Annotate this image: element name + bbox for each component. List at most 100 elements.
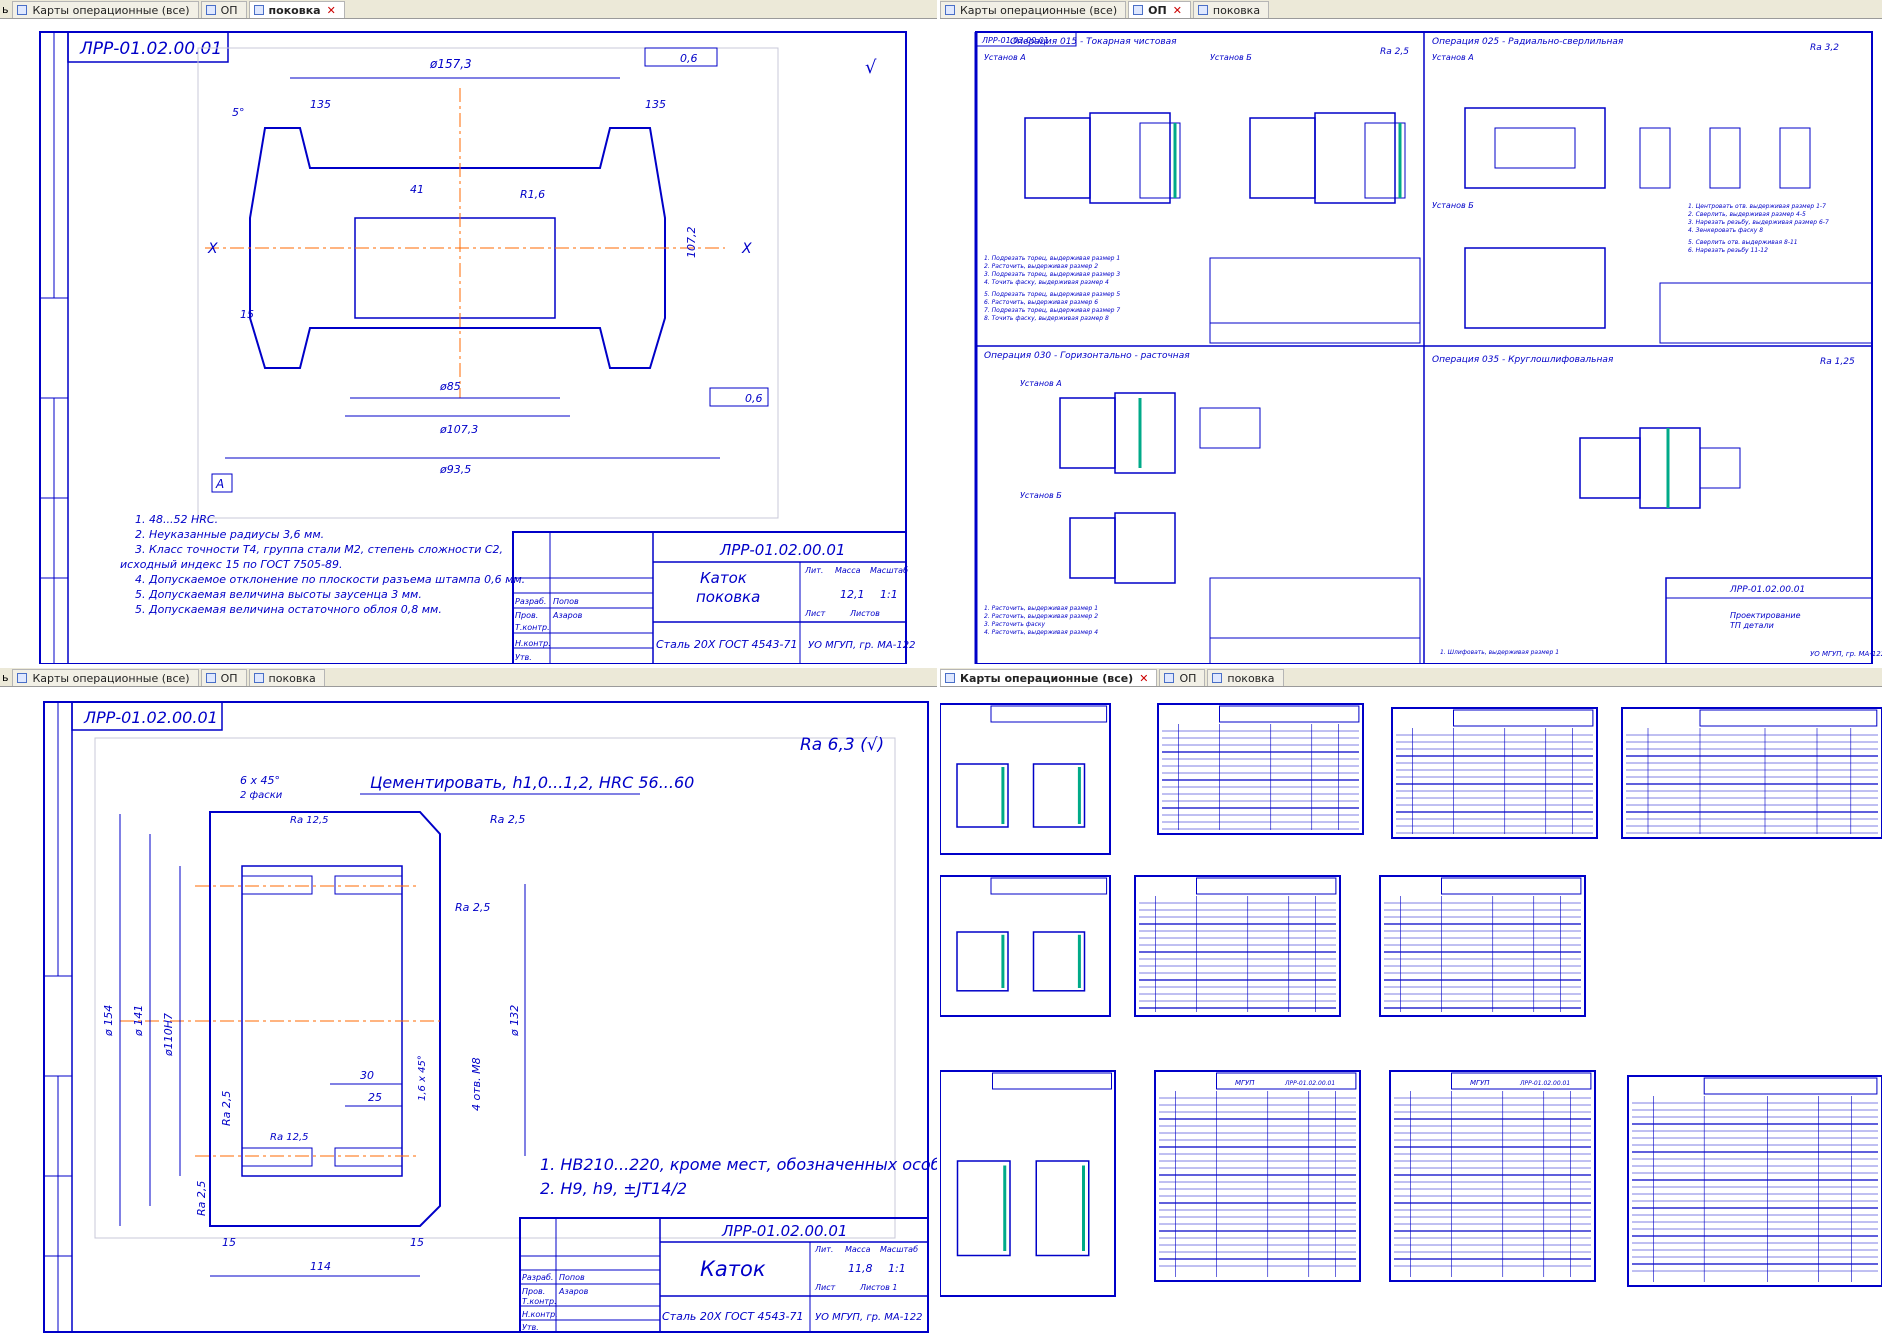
document-icon <box>945 5 955 15</box>
note-3: 3. Класс точности Т4, группа стали М2, с… <box>135 543 503 556</box>
tab-op[interactable]: ОП <box>200 1 247 18</box>
drill-step-1: 1. Центровать отв. выдерживая размер 1-7 <box>1688 203 1826 210</box>
dim-d154: ø 154 <box>102 1005 115 1037</box>
part-tb-prov: Пров. <box>522 1287 545 1296</box>
operational-card-thumbnail[interactable] <box>1389 1070 1596 1282</box>
document-tab-bar: ь Карты операционные (все) ОП поковка <box>0 668 937 687</box>
drill-step-6: 6. Нарезать резьбу 11-12 <box>1688 247 1768 254</box>
dim-135a: 135 <box>310 98 331 111</box>
tab-label: поковка <box>1227 671 1275 685</box>
tab-label: ОП <box>220 3 238 17</box>
note-2: 2. Неуказанные радиусы 3,6 мм. <box>135 528 324 541</box>
document-icon <box>17 673 28 683</box>
cement-note: Цементировать, h1,0...1,2, HRC 56...60 <box>370 773 694 792</box>
drawing-pane-cards[interactable]: Карты операционные (все) ✕ ОП поковка МГУ… <box>940 668 1882 1334</box>
tab-forging[interactable]: поковка ✕ <box>248 1 345 18</box>
cards-overview: МГУП ЛРР-01.02.00.01 МГУП ЛРР-01.02.00.01 <box>940 703 1882 1297</box>
tab-label: Карты операционные (все) <box>960 671 1134 685</box>
close-icon[interactable]: ✕ <box>1173 4 1182 17</box>
dim-30: 30 <box>360 1069 374 1082</box>
operational-card-thumbnail[interactable] <box>940 875 1111 1017</box>
tab-op[interactable]: ОП <box>200 669 247 686</box>
axis-x-left: X <box>207 241 218 257</box>
op25-title: Операция 025 - Радиально-сверлильная <box>1432 37 1624 47</box>
operational-card-thumbnail[interactable] <box>1627 1075 1882 1287</box>
dim-angle: 5° <box>232 106 245 119</box>
tab-label: ОП <box>1179 671 1197 685</box>
op-tb-name2: ТП детали <box>1730 621 1774 630</box>
document-icon <box>17 5 28 15</box>
tab-label: поковка <box>1212 3 1261 17</box>
tab-operational-cards[interactable]: Карты операционные (все) <box>12 1 199 18</box>
tb-lit-label: Лит. <box>804 566 823 575</box>
tb-material: Сталь 20Х ГОСТ 4543-71 <box>656 638 798 651</box>
tb-prov: Пров. <box>515 611 538 620</box>
axis-x-right: X <box>741 241 752 257</box>
turn-step-8: 8. Точить фаску, выдерживая размер 8 <box>984 315 1109 322</box>
tab-op[interactable]: ОП ✕ <box>1128 1 1191 18</box>
operational-card-thumbnail[interactable] <box>940 703 1111 855</box>
tab-label: поковка <box>268 671 316 685</box>
op-tb-code: ЛРР-01.02.00.01 <box>1729 585 1805 595</box>
dim-d157: ø157,3 <box>429 57 472 71</box>
tb-sheets: Листов <box>849 609 880 618</box>
close-icon[interactable]: ✕ <box>1139 672 1148 685</box>
operational-card-thumbnail[interactable] <box>1379 875 1586 1017</box>
part-note-1: 1. НВ210...220, кроме мест, обозначенных… <box>540 1155 937 1174</box>
operational-card-thumbnail[interactable] <box>1621 707 1882 839</box>
dim-thread: 4 отв. М8 <box>470 1057 483 1111</box>
tab-op[interactable]: ОП <box>1159 669 1206 686</box>
dim-15: 15 <box>240 308 254 321</box>
op-tb-name: Проектирование <box>1730 611 1801 620</box>
close-icon[interactable]: ✕ <box>327 4 336 17</box>
tb-razrab: Разраб. <box>515 597 546 606</box>
operational-card-thumbnail[interactable] <box>1154 1070 1361 1282</box>
card-code-label: ЛРР-01.02.00.01 <box>1284 1080 1335 1087</box>
document-tab-bar: Карты операционные (все) ОП ✕ поковка <box>940 0 1882 19</box>
operational-card-thumbnail[interactable] <box>1134 875 1341 1017</box>
part-tb-razrab: Разраб. <box>522 1273 553 1282</box>
tb-dev: Попов <box>553 597 579 606</box>
tab-operational-cards[interactable]: Карты операционные (все) <box>12 669 199 686</box>
ra-125-top: Ra 12,5 <box>290 815 329 826</box>
drawing-pane-part[interactable]: ь Карты операционные (все) ОП поковка ЛР… <box>0 668 937 1334</box>
drill-step-3: 3. Нарезать резьбу, выдерживая размер 6-… <box>1688 219 1829 226</box>
tol-runout: 0,6 <box>680 52 698 65</box>
dim-107v: 107,2 <box>685 227 698 259</box>
tab-forging[interactable]: поковка <box>1207 669 1284 686</box>
dim-135b: 135 <box>645 98 666 111</box>
operational-card-thumbnail[interactable] <box>940 1070 1116 1297</box>
tb-tkontr: Т.контр. <box>515 623 550 632</box>
document-icon <box>1133 5 1144 15</box>
turn-step-3: 3. Подрезать торец, выдерживая размер 3 <box>984 271 1120 278</box>
operational-card-thumbnail[interactable] <box>1391 707 1598 839</box>
part-tb-mass: 11,8 <box>848 1262 873 1275</box>
drawing-pane-operations[interactable]: Карты операционные (все) ОП ✕ поковка Опе… <box>940 0 1882 664</box>
part-tb-tkontr: Т.контр. <box>522 1297 557 1306</box>
drawing-pane-forging[interactable]: ь Карты операционные (все) ОП поковка ✕ Л… <box>0 0 937 664</box>
dim-d141: ø 141 <box>132 1005 145 1037</box>
tol-flat: 0,6 <box>745 392 763 405</box>
tab-overflow: ь <box>2 671 9 684</box>
dim-chamfer2: 1,6 x 45° <box>417 1055 428 1101</box>
tb-sheet: Лист <box>804 609 826 618</box>
tab-forging[interactable]: поковка <box>1192 1 1270 18</box>
turn-step-2: 2. Расточить, выдерживая размер 2 <box>984 263 1098 270</box>
tab-operational-cards[interactable]: Карты операционные (все) ✕ <box>940 669 1158 686</box>
dim-d110: ø110Н7 <box>162 1013 175 1057</box>
op30-setup-a: Установ А <box>1020 379 1062 388</box>
card-org-label: МГУП <box>1470 1079 1490 1087</box>
document-icon <box>253 673 264 683</box>
ra-25-b: Ra 2,5 <box>455 901 490 914</box>
tab-label: ОП <box>1148 3 1167 17</box>
note-4: 4. Допускаемое отклонение по плоскости р… <box>135 573 525 586</box>
part-note-2: 2. Н9, h9, ±JT14/2 <box>540 1179 687 1198</box>
ra-25-c: Ra 2,5 <box>220 1091 233 1126</box>
bore-step-1: 1. Расточить, выдерживая размер 1 <box>984 605 1098 612</box>
document-icon <box>205 673 216 683</box>
document-icon <box>205 5 216 15</box>
operational-card-thumbnail[interactable] <box>1157 703 1364 835</box>
tab-operational-cards[interactable]: Карты операционные (все) <box>940 1 1127 18</box>
tab-forging[interactable]: поковка <box>248 669 325 686</box>
part-tb-scale: 1:1 <box>888 1262 906 1275</box>
